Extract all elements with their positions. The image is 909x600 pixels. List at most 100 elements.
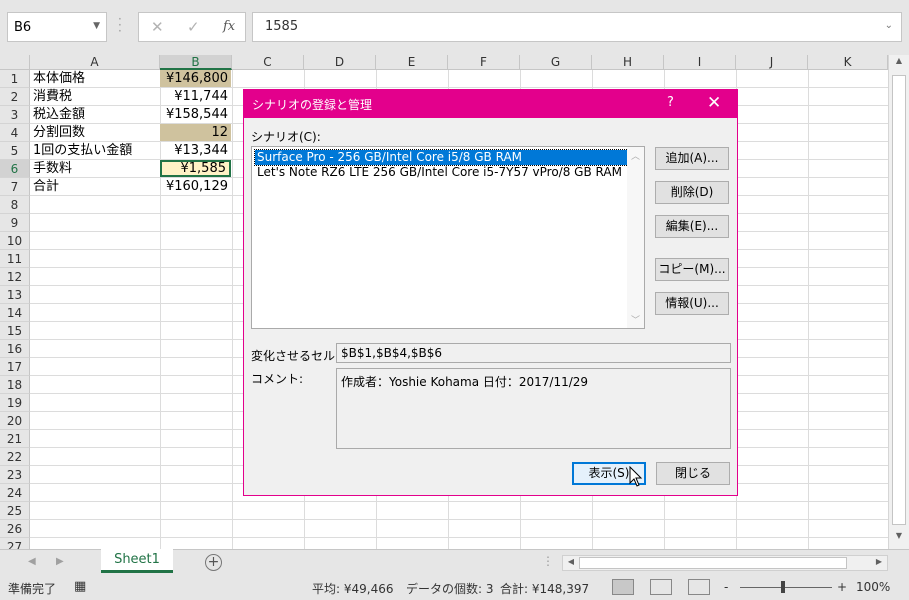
scroll-up-icon[interactable]: ▲	[891, 56, 907, 72]
row-header[interactable]: 9	[0, 214, 30, 232]
scroll-left-icon[interactable]: ◀	[564, 557, 578, 566]
add-sheet-icon[interactable]: +	[205, 554, 222, 571]
column-header[interactable]: J	[736, 55, 808, 70]
scroll-right-icon[interactable]: ▶	[872, 557, 886, 566]
cell-b2[interactable]: ¥11,744	[160, 88, 231, 105]
cell-b5[interactable]: ¥13,344	[160, 142, 231, 159]
scrollbar-thumb[interactable]	[892, 75, 906, 525]
macro-record-icon[interactable]: ▦	[74, 579, 86, 594]
row-header[interactable]: 16	[0, 340, 30, 358]
enter-icon[interactable]: ✓	[187, 18, 200, 36]
scroll-down-icon[interactable]: ▼	[891, 531, 907, 547]
zoom-slider-thumb[interactable]	[781, 581, 785, 593]
cell-a6[interactable]: 手数料	[33, 160, 72, 178]
close-button[interactable]: 閉じる	[656, 462, 730, 485]
column-header[interactable]: G	[520, 55, 592, 70]
column-header[interactable]: B	[160, 55, 232, 70]
row-header[interactable]: 20	[0, 412, 30, 430]
chevron-down-icon[interactable]: ⌄	[885, 20, 893, 31]
tab-next-icon[interactable]: ▶	[56, 556, 64, 567]
add-button[interactable]: 追加(A)...	[655, 147, 729, 170]
zoom-level[interactable]: 100%	[856, 580, 890, 594]
column-header[interactable]: H	[592, 55, 664, 70]
column-header[interactable]: D	[304, 55, 376, 70]
cell-a4[interactable]: 分割回数	[33, 124, 85, 142]
row-header[interactable]: 19	[0, 394, 30, 412]
normal-view-icon[interactable]	[612, 579, 634, 595]
copy-button[interactable]: コピー(M)...	[655, 258, 729, 281]
row-header[interactable]: 18	[0, 376, 30, 394]
page-break-view-icon[interactable]	[688, 579, 710, 595]
chevron-down-icon[interactable]: ﹀	[631, 313, 640, 326]
row-header[interactable]: 8	[0, 196, 30, 214]
cell-a3[interactable]: 税込金額	[33, 106, 85, 124]
scenarios-list[interactable]: Surface Pro - 256 GB/Intel Core i5/8 GB …	[251, 146, 645, 329]
column-header[interactable]: A	[30, 55, 160, 70]
delete-button[interactable]: 削除(D)	[655, 181, 729, 204]
cell-a5[interactable]: 1回の支払い金額	[33, 142, 132, 160]
column-header[interactable]: F	[448, 55, 520, 70]
row-header[interactable]: 23	[0, 466, 30, 484]
close-icon[interactable]: ✕	[707, 93, 721, 113]
status-count[interactable]: データの個数: 3	[406, 580, 494, 597]
row-header[interactable]: 7	[0, 178, 30, 196]
column-header[interactable]: I	[664, 55, 736, 70]
list-item[interactable]: Surface Pro - 256 GB/Intel Core i5/8 GB …	[254, 149, 629, 166]
row-header[interactable]: 2	[0, 88, 30, 106]
select-all-corner[interactable]	[0, 55, 30, 70]
column-header[interactable]: E	[376, 55, 448, 70]
chevron-down-icon[interactable]: ▼	[93, 21, 100, 31]
drag-handle-icon[interactable]: ⋮	[542, 554, 554, 568]
zoom-slider[interactable]	[740, 587, 832, 588]
cancel-icon[interactable]: ✕	[151, 18, 164, 36]
row-header[interactable]: 4	[0, 124, 30, 142]
cell-b1[interactable]: ¥146,800	[160, 70, 231, 87]
tab-sheet1[interactable]: Sheet1	[101, 549, 173, 573]
row-header[interactable]: 21	[0, 430, 30, 448]
row-header[interactable]: 3	[0, 106, 30, 124]
name-box[interactable]: B6 ▼	[7, 12, 107, 42]
cell-b7[interactable]: ¥160,129	[160, 178, 231, 195]
chevron-up-icon[interactable]: ︿	[631, 149, 640, 162]
row-header[interactable]: 11	[0, 250, 30, 268]
vertical-scrollbar[interactable]: ▲ ▼	[888, 55, 909, 549]
cell-a1[interactable]: 本体価格	[33, 70, 85, 88]
info-button[interactable]: 情報(U)...	[655, 292, 729, 315]
row-header[interactable]: 10	[0, 232, 30, 250]
dialog-title-bar[interactable]: シナリオの登録と管理 ? ✕	[244, 90, 737, 118]
page-layout-view-icon[interactable]	[650, 579, 672, 595]
row-header[interactable]: 17	[0, 358, 30, 376]
row-header[interactable]: 25	[0, 502, 30, 520]
zoom-out-button[interactable]: -	[724, 580, 728, 594]
horizontal-scrollbar[interactable]: ◀ ▶	[562, 555, 888, 571]
row-header[interactable]: 27	[0, 538, 30, 549]
cell-a2[interactable]: 消費税	[33, 88, 72, 106]
column-header[interactable]: C	[232, 55, 304, 70]
list-scrollbar[interactable]: ︿ ﹀	[627, 147, 644, 328]
column-header[interactable]: K	[808, 55, 888, 70]
row-header[interactable]: 1	[0, 70, 30, 88]
row-header[interactable]: 14	[0, 304, 30, 322]
status-sum[interactable]: 合計: ¥148,397	[500, 580, 589, 597]
help-icon[interactable]: ?	[667, 95, 674, 110]
row-header[interactable]: 24	[0, 484, 30, 502]
cell-b3[interactable]: ¥158,544	[160, 106, 231, 123]
drag-handle-icon[interactable]: · · ·	[118, 13, 124, 37]
row-header[interactable]: 12	[0, 268, 30, 286]
zoom-in-button[interactable]: +	[837, 580, 847, 594]
row-header[interactable]: 13	[0, 286, 30, 304]
row-header[interactable]: 15	[0, 322, 30, 340]
tab-prev-icon[interactable]: ◀	[28, 556, 36, 567]
scrollbar-thumb[interactable]	[579, 557, 847, 569]
cell-b6[interactable]: ¥1,585	[160, 160, 231, 177]
row-header[interactable]: 5	[0, 142, 30, 160]
formula-input[interactable]: 1585 ⌄	[252, 12, 902, 42]
row-header[interactable]: 22	[0, 448, 30, 466]
cell-a7[interactable]: 合計	[33, 178, 59, 196]
cell-b4[interactable]: 12	[160, 124, 231, 141]
row-header[interactable]: 26	[0, 520, 30, 538]
insert-function-icon[interactable]: fx	[223, 19, 235, 34]
edit-button[interactable]: 編集(E)...	[655, 215, 729, 238]
status-average[interactable]: 平均: ¥49,466	[312, 580, 393, 597]
row-header[interactable]: 6	[0, 160, 30, 178]
